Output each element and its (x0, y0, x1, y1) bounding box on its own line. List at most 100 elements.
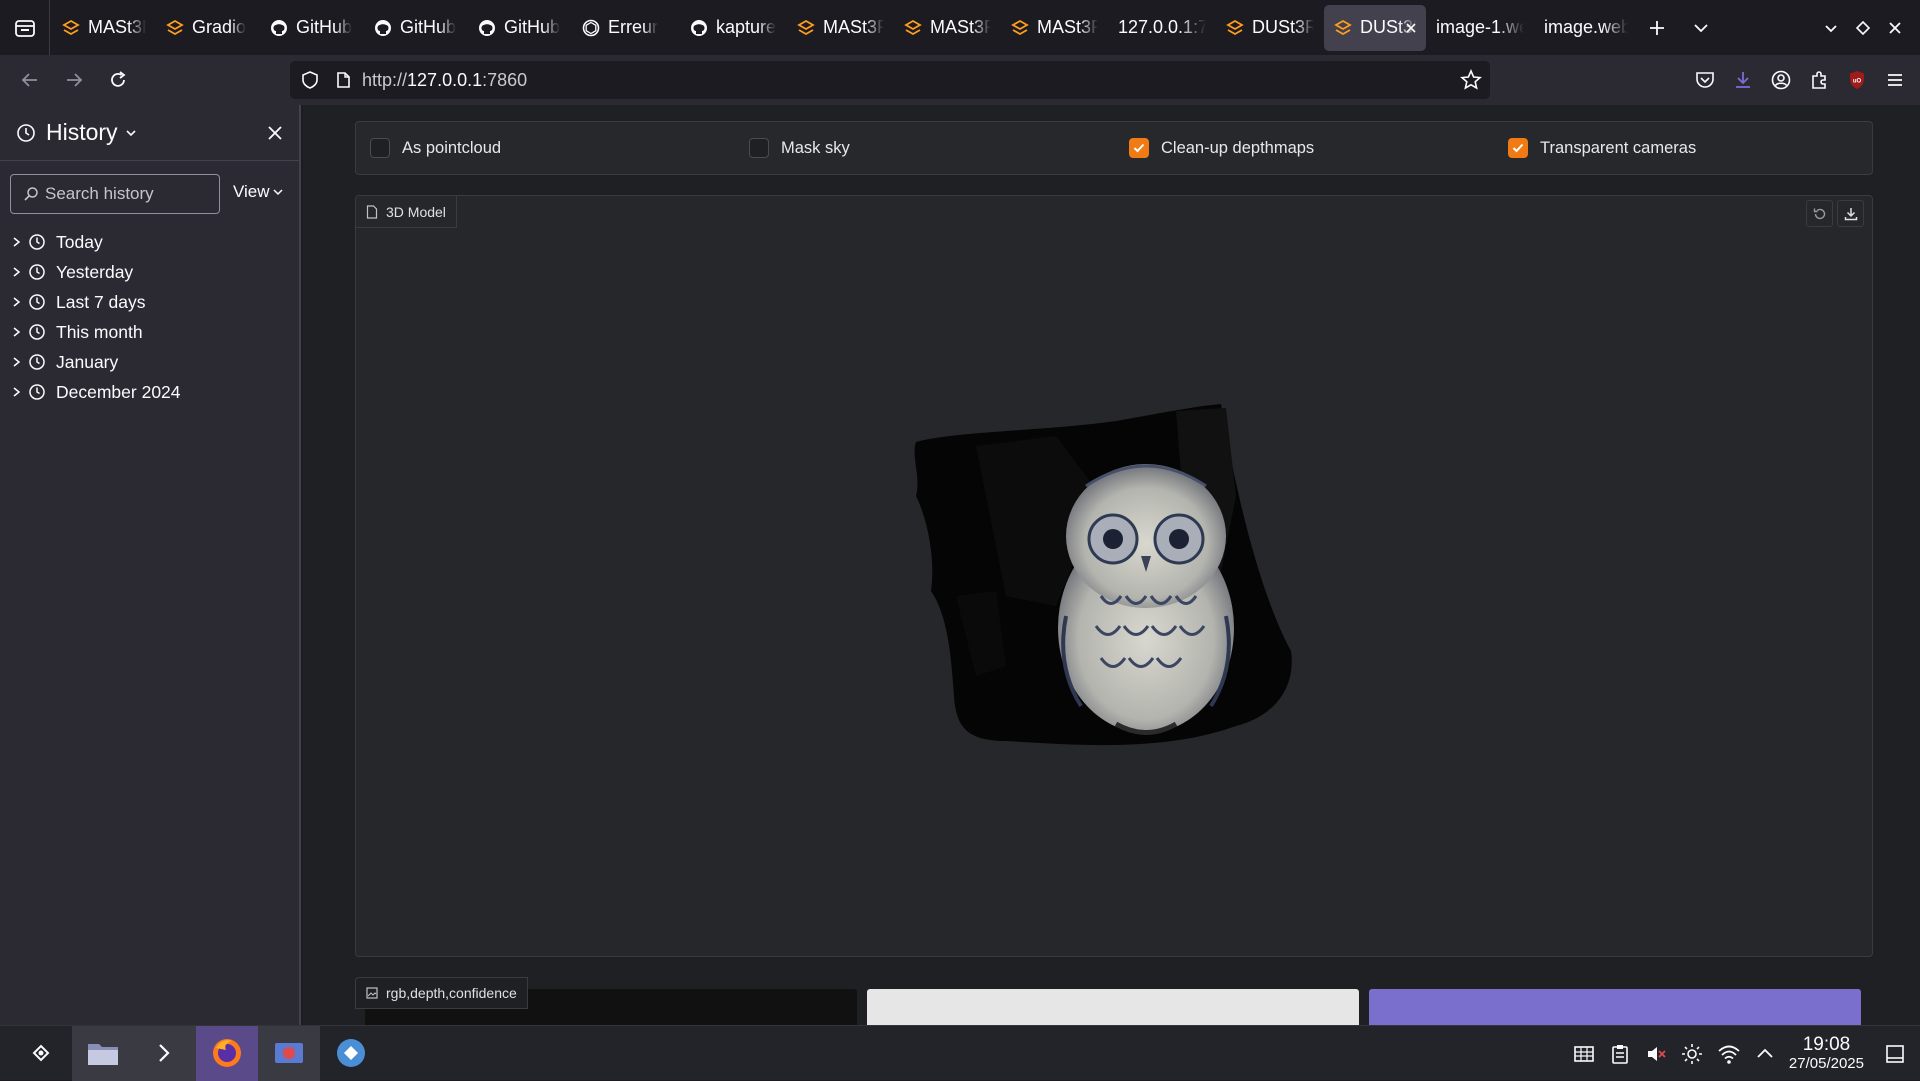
star-icon[interactable] (1460, 69, 1482, 91)
list-all-tabs-button[interactable] (1682, 5, 1726, 51)
page-icon[interactable] (334, 71, 352, 89)
history-group[interactable]: Last 7 days (0, 287, 300, 317)
tab-label: Gradio (192, 17, 247, 37)
view-menu-button[interactable]: View (233, 182, 284, 202)
tab-label: GitHub (400, 17, 457, 37)
url-bar[interactable]: http://127.0.0.1:7860 (290, 61, 1490, 99)
firefox-view-button[interactable] (0, 0, 50, 55)
as-pointcloud-checkbox[interactable]: As pointcloud (370, 122, 501, 174)
tab[interactable]: image.webp (1534, 5, 1638, 51)
github-icon (375, 19, 391, 36)
confidence-thumbnail[interactable] (1369, 989, 1861, 1025)
pocket-icon[interactable] (1694, 69, 1716, 91)
brightness-icon[interactable] (1681, 1043, 1703, 1065)
tab[interactable]: image-1.webp (1426, 5, 1534, 51)
tab[interactable]: GitHub (364, 5, 468, 51)
chevron-right-icon[interactable] (12, 296, 22, 308)
close-tab-icon[interactable] (1404, 21, 1418, 35)
tab-strip: MASt3R Gradio GitHub GitHub GitHub Erreur kapt… (0, 0, 1920, 55)
svg-text:uO: uO (1853, 79, 1862, 85)
app-launcher-button[interactable] (10, 1026, 72, 1081)
volume-muted-icon[interactable] (1645, 1043, 1667, 1065)
clock-date: 27/05/2025 (1788, 1054, 1864, 1072)
tab[interactable]: MASt3R (894, 5, 1001, 51)
tab[interactable]: GitHub (260, 5, 364, 51)
discover-app[interactable] (320, 1026, 382, 1081)
tab[interactable]: kapture (680, 5, 787, 51)
terminal-app[interactable] (134, 1025, 196, 1081)
new-tab-button[interactable] (1638, 5, 1682, 51)
tab[interactable]: GitHub (468, 5, 572, 51)
forward-button[interactable] (52, 60, 96, 100)
depth-gallery: rgb,depth,confidence (355, 977, 1873, 1025)
3d-scene-canvas[interactable] (356, 196, 1873, 957)
wifi-icon[interactable] (1717, 1043, 1741, 1065)
tab[interactable]: Erreur (572, 5, 680, 51)
tab[interactable]: DUSt3R (1324, 4, 1426, 51)
close-window-icon[interactable] (1886, 19, 1904, 37)
taskbar: 19:08 27/05/2025 (0, 1025, 1920, 1081)
history-group-label: Last 7 days (56, 291, 146, 312)
clipboard-icon[interactable] (1609, 1043, 1631, 1065)
tab-label: image-1.webp (1436, 17, 1524, 37)
sidebar-title[interactable]: History (46, 119, 118, 146)
checkbox-box[interactable] (1508, 138, 1528, 158)
tab-label: GitHub (504, 17, 561, 37)
checkbox-box[interactable] (370, 138, 390, 158)
shield-icon[interactable] (300, 70, 320, 90)
chevron-right-icon[interactable] (12, 236, 22, 248)
close-sidebar-icon[interactable] (265, 123, 285, 143)
chevron-right-icon[interactable] (12, 266, 22, 278)
tab[interactable]: MASt3R (787, 5, 894, 51)
discover-icon (337, 1039, 365, 1067)
extensions-icon[interactable] (1808, 69, 1830, 91)
history-group[interactable]: December 2024 (0, 377, 300, 407)
checkbox-box[interactable] (1129, 138, 1149, 158)
mask-sky-label: Mask sky (781, 138, 850, 157)
url-text[interactable]: http://127.0.0.1:7860 (362, 70, 527, 91)
reload-button[interactable] (96, 60, 140, 100)
url-port: :7860 (482, 69, 528, 90)
clean-depthmaps-checkbox[interactable]: Clean-up depthmaps (1129, 122, 1314, 174)
clock-icon (29, 354, 45, 370)
tab[interactable]: 127.0.0.1:7 (1108, 5, 1216, 51)
chevron-up-icon[interactable] (1755, 1044, 1775, 1064)
tab-label: DUSt3R (1252, 17, 1314, 37)
gallery-panel-label: rgb,depth,confidence (355, 977, 528, 1009)
chevron-down-icon[interactable] (124, 126, 138, 140)
chevron-right-icon[interactable] (12, 386, 22, 398)
chevron-right-icon[interactable] (12, 356, 22, 368)
history-group[interactable]: Today (0, 227, 300, 257)
minimize-icon[interactable] (1822, 19, 1840, 37)
screenshot-icon (275, 1043, 303, 1063)
files-app[interactable] (72, 1025, 134, 1081)
3d-model-viewer[interactable]: 3D Model (355, 195, 1873, 957)
downloads-icon[interactable] (1732, 69, 1754, 91)
history-group[interactable]: January (0, 347, 300, 377)
restore-icon[interactable] (1854, 19, 1872, 37)
tab[interactable]: DUSt3R (1216, 5, 1324, 51)
tab[interactable]: Gradio (156, 5, 260, 51)
options-row: As pointcloud Mask sky Clean-up depthmap… (355, 121, 1873, 175)
menu-icon[interactable] (1884, 69, 1906, 91)
chevron-right-icon[interactable] (12, 326, 22, 338)
clock[interactable]: 19:08 27/05/2025 (1788, 1034, 1864, 1072)
mask-sky-checkbox[interactable]: Mask sky (749, 122, 850, 174)
firefox-app[interactable] (196, 1025, 258, 1081)
chevron-down-icon (1694, 23, 1708, 32)
account-icon[interactable] (1770, 69, 1792, 91)
tab[interactable]: MASt3R (1001, 5, 1108, 51)
history-search-field[interactable] (10, 174, 220, 214)
back-button[interactable] (8, 60, 52, 100)
ublock-origin-icon[interactable]: uO (1846, 69, 1868, 91)
checkbox-box[interactable] (749, 138, 769, 158)
history-group[interactable]: Yesterday (0, 257, 300, 287)
screenshot-app[interactable] (258, 1025, 320, 1081)
tab[interactable]: MASt3R (52, 5, 156, 51)
network-table-icon[interactable] (1573, 1043, 1595, 1065)
search-input[interactable] (45, 184, 205, 204)
history-group[interactable]: This month (0, 317, 300, 347)
transparent-cameras-checkbox[interactable]: Transparent cameras (1508, 122, 1696, 174)
depth-thumbnail[interactable] (867, 989, 1359, 1025)
show-desktop-icon[interactable] (1884, 1043, 1906, 1065)
